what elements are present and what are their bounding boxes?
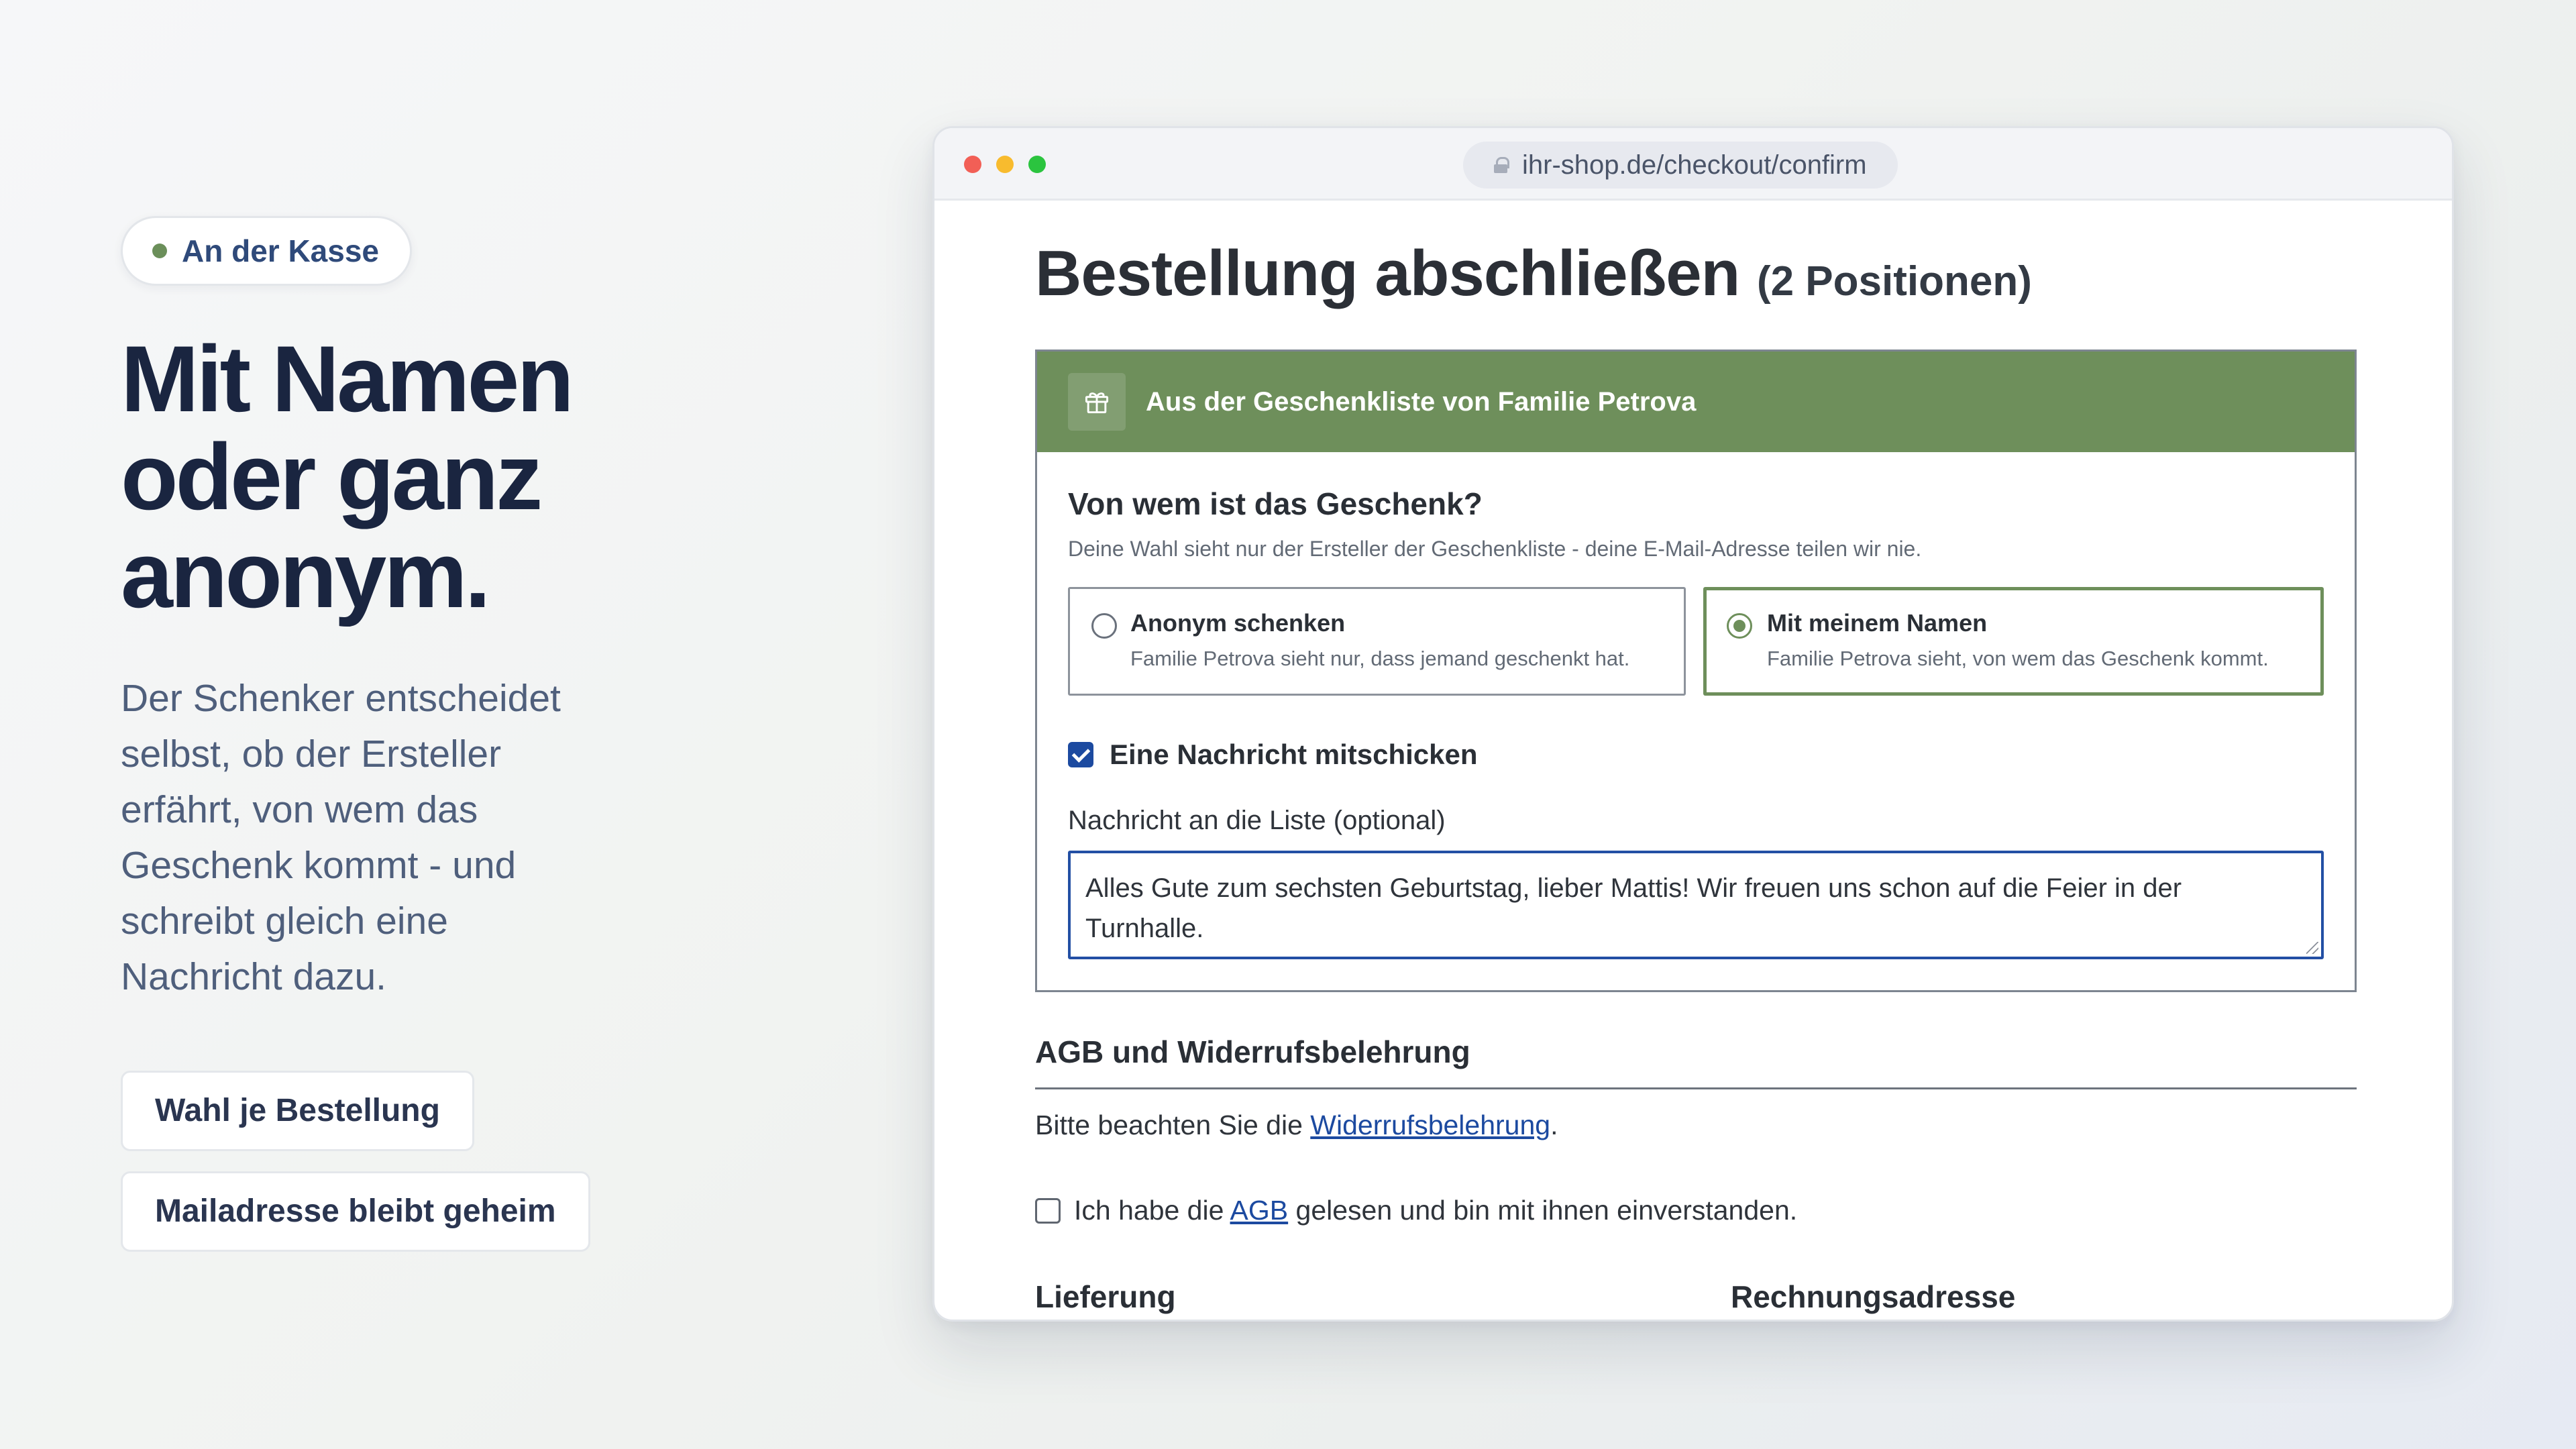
terms-accept-text: Ich habe die AGB gelesen und bin mit ihn… — [1074, 1195, 1797, 1226]
feature-chip-per-order: Wahl je Bestellung — [121, 1071, 474, 1151]
terms-accept-row[interactable]: Ich habe die AGB gelesen und bin mit ihn… — [1035, 1195, 2357, 1226]
sender-options: Anonym schenken Familie Petrova sieht nu… — [1068, 587, 2324, 696]
option-anonymous[interactable]: Anonym schenken Familie Petrova sieht nu… — [1068, 587, 1686, 696]
address-columns: Lieferung Rechnungsadresse — [1035, 1279, 2357, 1315]
message-textarea[interactable]: Alles Gute zum sechsten Geburtstag, lieb… — [1068, 851, 2324, 959]
message-field-label: Nachricht an die Liste (optional) — [1068, 806, 1446, 835]
hero-description: Der Schenker entscheidet selbst, ob der … — [121, 677, 561, 998]
option-with-name-description: Familie Petrova sieht, von wem das Gesch… — [1767, 647, 2269, 670]
terms-accept-suffix: gelesen und bin mit ihnen einverstanden. — [1288, 1195, 1798, 1226]
resize-handle-icon[interactable] — [2306, 942, 2318, 954]
option-anonymous-description: Familie Petrova sieht nur, dass jemand g… — [1130, 647, 1630, 670]
feature-chip-mail-secret: Mailadresse bleibt geheim — [121, 1171, 590, 1252]
maximize-window-button[interactable] — [1028, 156, 1046, 173]
minimize-window-button[interactable] — [996, 156, 1014, 173]
billing-heading: Rechnungsadresse — [1731, 1279, 2016, 1314]
terms-accept-prefix: Ich habe die — [1074, 1195, 1230, 1226]
withdrawal-notice-end: . — [1550, 1110, 1558, 1140]
context-badge: An der Kasse — [121, 216, 413, 286]
terms-checkbox[interactable] — [1035, 1197, 1061, 1224]
hero-headline: Mit Namen oder ganz anonym. — [121, 326, 574, 627]
sender-question-hint: Deine Wahl sieht nur der Ersteller der G… — [1068, 537, 1922, 561]
terms-section-title: AGB und Widerrufsbelehrung — [1035, 1034, 2357, 1089]
gift-list-banner-text: Aus der Geschenkliste von Familie Petrov… — [1146, 386, 1697, 417]
item-count: (2 Positionen) — [1756, 258, 2032, 305]
withdrawal-notice: Bitte beachten Sie die Widerrufsbelehrun… — [1035, 1110, 2357, 1141]
option-with-name-label: Mit meinem Namen — [1767, 609, 1988, 637]
address-bar[interactable]: ihr-shop.de/checkout/confirm — [1463, 142, 1898, 189]
hero-panel: An der Kasse Mit Namen oder ganz anonym.… — [121, 216, 724, 1252]
close-window-button[interactable] — [964, 156, 981, 173]
status-dot-icon — [152, 244, 167, 258]
window-controls — [964, 156, 1046, 173]
sender-question: Von wem ist das Geschenk? — [1068, 486, 1483, 521]
feature-chips: Wahl je Bestellung Mailadresse bleibt ge… — [121, 1071, 724, 1252]
gift-list-banner: Aus der Geschenkliste von Familie Petrov… — [1037, 352, 2355, 452]
send-message-checkbox[interactable] — [1068, 742, 1093, 767]
browser-titlebar: ihr-shop.de/checkout/confirm — [934, 128, 2452, 201]
radio-with-name[interactable] — [1727, 613, 1752, 639]
option-with-name[interactable]: Mit meinem Namen Familie Petrova sieht, … — [1703, 587, 2324, 696]
page-title-text: Bestellung abschließen — [1035, 237, 1740, 309]
context-badge-label: An der Kasse — [182, 233, 380, 268]
lock-icon — [1494, 157, 1509, 173]
gift-options-panel: Aus der Geschenkliste von Familie Petrov… — [1035, 350, 2357, 992]
withdrawal-policy-link[interactable]: Widerrufsbelehrung — [1310, 1110, 1550, 1140]
terms-link[interactable]: AGB — [1230, 1195, 1289, 1226]
radio-anonymous[interactable] — [1091, 613, 1117, 639]
send-message-toggle[interactable]: Eine Nachricht mitschicken — [1068, 739, 2324, 771]
browser-window: ihr-shop.de/checkout/confirm Bestellung … — [932, 126, 2454, 1322]
send-message-label: Eine Nachricht mitschicken — [1110, 739, 1478, 770]
page-title: Bestellung abschließen (2 Positionen) — [1035, 237, 2357, 311]
withdrawal-notice-text: Bitte beachten Sie die — [1035, 1110, 1311, 1140]
delivery-heading: Lieferung — [1035, 1279, 1176, 1314]
gift-icon — [1068, 373, 1126, 431]
gift-sender-section: Von wem ist das Geschenk? Deine Wahl sie… — [1037, 452, 2355, 990]
option-anonymous-label: Anonym schenken — [1130, 609, 1346, 637]
checkout-page: Bestellung abschließen (2 Positionen) Au… — [1035, 201, 2357, 1315]
address-bar-url: ihr-shop.de/checkout/confirm — [1522, 150, 1867, 180]
message-text: Alles Gute zum sechsten Geburtstag, lieb… — [1085, 873, 2182, 943]
